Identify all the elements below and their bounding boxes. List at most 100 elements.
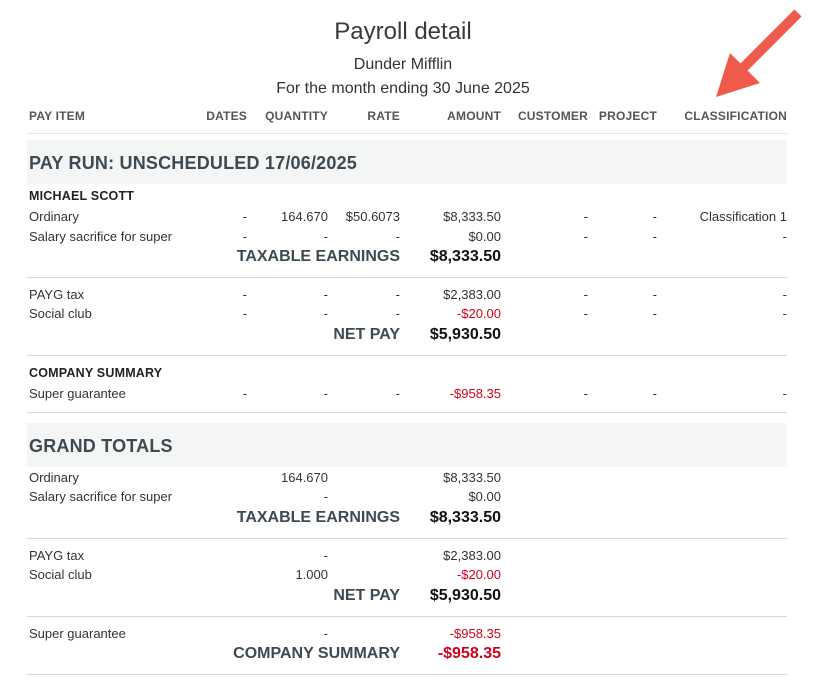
table-row: Super guarantee - -$958.35 — [0, 626, 815, 645]
divider — [27, 412, 787, 413]
cell-rate: - — [395, 386, 400, 401]
cell-rate: - — [395, 306, 400, 321]
cell-item: Super guarantee — [29, 386, 126, 401]
col-amount: AMOUNT — [447, 109, 501, 123]
cell-item: Super guarantee — [29, 626, 126, 641]
col-dates: DATES — [206, 109, 247, 123]
taxable-earnings-label: TAXABLE EARNINGS — [236, 509, 400, 526]
cell-cust: - — [583, 209, 588, 224]
net-pay-label: NET PAY — [333, 326, 400, 343]
cell-dates: - — [242, 306, 247, 321]
table-row: Ordinary 164.670 $8,333.50 — [0, 470, 815, 489]
cell-amt: $8,333.50 — [443, 470, 501, 485]
cell-qty: 164.670 — [281, 470, 328, 485]
cell-proj: - — [652, 209, 657, 224]
cell-item: Social club — [29, 306, 92, 321]
cell-proj: - — [652, 306, 657, 321]
grand-totals-heading: GRAND TOTALS — [29, 436, 173, 456]
col-rate: RATE — [367, 109, 400, 123]
cell-qty: 1.000 — [295, 567, 328, 582]
cell-amt: $8,333.50 — [443, 209, 501, 224]
cell-amt: -$20.00 — [456, 306, 501, 321]
company-summary-heading: COMPANY SUMMARY — [29, 366, 163, 380]
net-pay-total: NET PAY $5,930.50 — [0, 587, 815, 609]
cell-dates: - — [242, 229, 247, 244]
col-quantity: QUANTITY — [265, 109, 328, 123]
company-name: Dunder Mifflin — [353, 56, 453, 73]
table-row: PAYG tax - - - $2,383.00 - - - — [0, 287, 815, 306]
cell-proj: - — [652, 386, 657, 401]
cell-cls: - — [782, 229, 787, 244]
net-pay-amount: $5,930.50 — [429, 326, 501, 343]
cell-cls: - — [782, 306, 787, 321]
cell-item: Ordinary — [29, 209, 79, 224]
cell-cls: - — [782, 386, 787, 401]
cell-rate: - — [395, 229, 400, 244]
cell-amt: -$958.35 — [449, 626, 501, 641]
table-row: Salary sacrifice for super - $0.00 — [0, 489, 815, 508]
cell-amt: $2,383.00 — [443, 287, 501, 302]
cell-qty: - — [323, 548, 328, 563]
company-summary-amount: -$958.35 — [437, 645, 501, 662]
pay-run-band: PAY RUN: UNSCHEDULED 17/06/2025 — [27, 140, 787, 184]
report-title: Payroll detail — [334, 18, 472, 45]
cell-qty: - — [323, 626, 328, 641]
cell-cust: - — [583, 287, 588, 302]
divider — [27, 674, 787, 675]
cell-proj: - — [652, 229, 657, 244]
cell-amt: $0.00 — [468, 229, 501, 244]
divider — [27, 355, 787, 356]
cell-qty: - — [323, 306, 328, 321]
col-pay-item: PAY ITEM — [29, 109, 86, 123]
divider — [27, 616, 787, 617]
cell-qty: 164.670 — [281, 209, 328, 224]
cell-cust: - — [583, 229, 588, 244]
cell-qty: - — [323, 386, 328, 401]
cell-dates: - — [242, 386, 247, 401]
taxable-earnings-total: TAXABLE EARNINGS $8,333.50 — [0, 509, 815, 531]
taxable-earnings-amount: $8,333.50 — [429, 248, 501, 265]
header-divider — [27, 133, 787, 134]
cell-proj: - — [652, 287, 657, 302]
taxable-earnings-label: TAXABLE EARNINGS — [236, 248, 400, 265]
table-row: Social club 1.000 -$20.00 — [0, 567, 815, 586]
grand-totals-band: GRAND TOTALS — [27, 423, 787, 467]
table-row: Salary sacrifice for super - - - $0.00 -… — [0, 229, 815, 248]
report-period: For the month ending 30 June 2025 — [276, 80, 530, 97]
employee-name: MICHAEL SCOTT — [29, 189, 135, 203]
cell-dates: - — [242, 287, 247, 302]
cell-amt: $2,383.00 — [443, 548, 501, 563]
cell-item: PAYG tax — [29, 287, 85, 302]
cell-item: Social club — [29, 567, 92, 582]
cell-item: PAYG tax — [29, 548, 85, 563]
taxable-earnings-total: TAXABLE EARNINGS $8,333.50 — [0, 248, 815, 270]
taxable-earnings-amount: $8,333.50 — [429, 509, 501, 526]
pay-run-heading: PAY RUN: UNSCHEDULED 17/06/2025 — [29, 153, 357, 173]
net-pay-total: NET PAY $5,930.50 — [0, 326, 815, 348]
cell-rate: $50.6073 — [345, 209, 400, 224]
table-row: PAYG tax - $2,383.00 — [0, 548, 815, 567]
company-summary-label: COMPANY SUMMARY — [233, 645, 400, 662]
table-row: Social club - - - -$20.00 - - - — [0, 306, 815, 325]
cell-cust: - — [583, 306, 588, 321]
net-pay-amount: $5,930.50 — [429, 587, 501, 604]
divider — [27, 538, 787, 539]
cell-cust: - — [583, 386, 588, 401]
net-pay-label: NET PAY — [333, 587, 400, 604]
cell-cls: Classification 1 — [699, 209, 787, 224]
col-customer: CUSTOMER — [517, 109, 588, 123]
cell-amt: -$20.00 — [456, 567, 501, 582]
cell-cls: - — [782, 287, 787, 302]
col-project: PROJECT — [598, 109, 657, 123]
cell-item: Salary sacrifice for super — [29, 489, 173, 504]
cell-qty: - — [323, 229, 328, 244]
arrow-pointing-icon — [716, 9, 802, 97]
cell-rate: - — [395, 287, 400, 302]
cell-item: Salary sacrifice for super — [29, 229, 173, 244]
col-classification: CLASSIFICATION — [684, 109, 787, 123]
cell-amt: -$958.35 — [449, 386, 501, 401]
cell-dates: - — [242, 209, 247, 224]
cell-item: Ordinary — [29, 470, 79, 485]
divider — [27, 277, 787, 278]
cell-qty: - — [323, 489, 328, 504]
